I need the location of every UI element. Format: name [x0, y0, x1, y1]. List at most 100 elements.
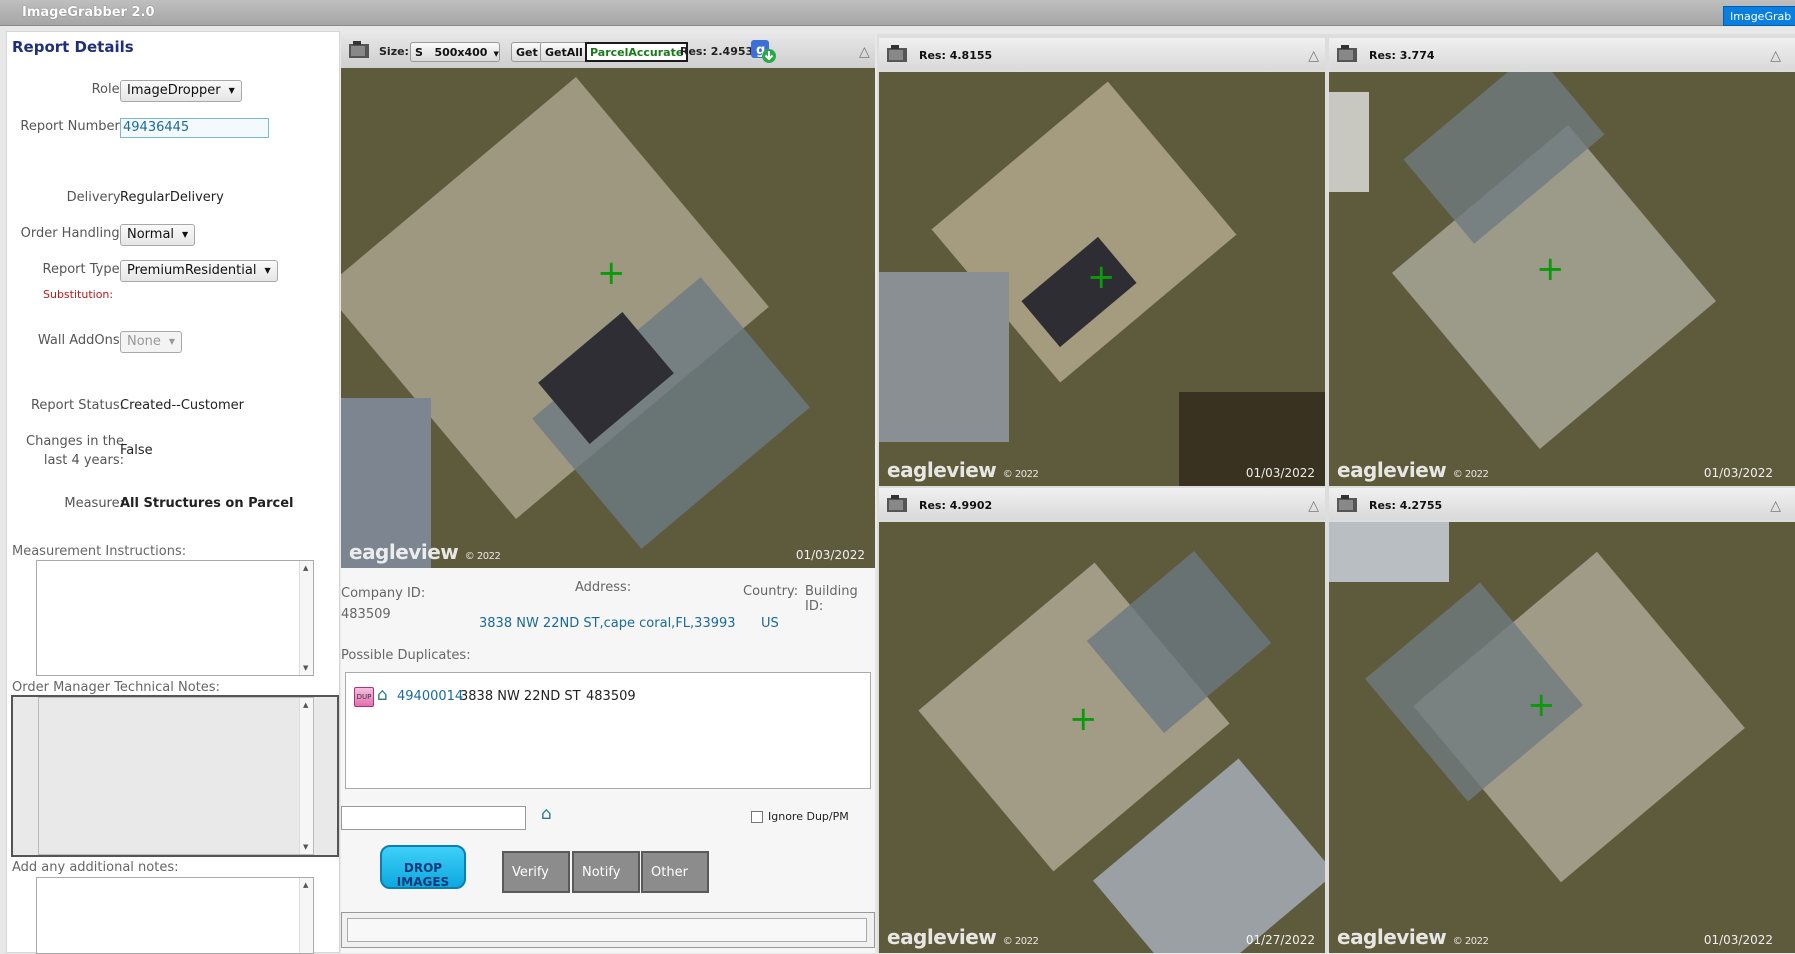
thumb-image[interactable]: + eagleview © 2022 01/27/2022 [879, 522, 1325, 953]
scrollbar[interactable]: ▲ ▼ [299, 561, 313, 675]
collapse-icon[interactable]: △ [1308, 48, 1319, 64]
report-number-label: Report Number: [20, 119, 124, 134]
order-manager-notes-textarea[interactable]: ▲ ▼ [11, 695, 339, 857]
main-res-label: Res: 2.4953 [680, 45, 754, 58]
other-button[interactable]: Other [641, 851, 709, 893]
collapse-icon[interactable]: △ [859, 44, 870, 60]
crosshair-icon: + [1087, 257, 1116, 297]
report-type-dropdown[interactable]: PremiumResidential ▼ [120, 260, 278, 282]
additional-notes-textarea[interactable]: ▲ [36, 877, 314, 954]
camera-icon[interactable] [1336, 495, 1358, 513]
substitution-label: Substitution: [43, 288, 114, 301]
camera-icon[interactable] [1336, 45, 1358, 63]
drop-images-button[interactable]: DROP IMAGES [380, 845, 466, 889]
app-tab[interactable]: ImageGrab [1723, 6, 1795, 26]
image-date: 01/03/2022 [1245, 466, 1315, 480]
search-input[interactable] [341, 806, 526, 830]
thumb-res: Res: 4.8155 [919, 49, 993, 62]
thumb-toolbar: Res: 3.774 △ [1329, 38, 1795, 70]
country-label: Country: [743, 584, 799, 599]
wall-addons-dropdown[interactable]: None ▼ [120, 331, 183, 353]
copyright-text: © 2022 [1002, 469, 1039, 480]
collapse-icon[interactable]: △ [1308, 498, 1319, 514]
report-status-label: Report Status: [30, 398, 124, 413]
crosshair-icon: + [1536, 249, 1565, 289]
delivery-value: RegularDelivery [120, 190, 224, 205]
chevron-down-icon: ▼ [168, 337, 176, 346]
chevron-down-icon: ▼ [264, 266, 271, 275]
eagleview-watermark: eagleview © 2022 [887, 925, 1039, 949]
measurement-instructions-label: Measurement Instructions: [12, 544, 187, 559]
measurement-instructions-textarea[interactable]: ▲ ▼ [36, 560, 314, 676]
thumb-toolbar: Res: 4.8155 △ [879, 38, 1325, 70]
camera-icon[interactable] [348, 41, 370, 59]
chevron-down-icon: ▼ [493, 50, 499, 58]
neighbor-roof [1329, 92, 1369, 192]
collapse-icon[interactable]: △ [1770, 498, 1781, 514]
wall-addons-label: Wall AddOns: [37, 333, 124, 348]
scroll-up-icon[interactable]: ▲ [303, 701, 308, 709]
company-id-value: 483509 [341, 607, 391, 622]
scrollbar[interactable]: ▲ ▼ [299, 698, 313, 854]
role-dropdown[interactable]: ImageDropper ▼ [120, 80, 242, 102]
watermark-text: eagleview [887, 925, 997, 949]
parcel-accurate-button[interactable]: ParcelAccurate [585, 42, 689, 62]
main-aerial-image[interactable]: + eagleview © 2022 01/03/2022 [341, 68, 875, 568]
order-manager-notes-label: Order Manager Technical Notes: [12, 680, 220, 695]
thumb-toolbar: Res: 4.2755 △ [1329, 488, 1795, 520]
changes-label-line1: Changes in the [26, 434, 124, 449]
thumb-toolbar: Res: 4.9902 △ [879, 488, 1325, 520]
report-status-value: Created--Customer [120, 398, 244, 413]
scroll-down-icon[interactable]: ▼ [303, 664, 308, 672]
house-icon[interactable]: ⌂ [541, 804, 552, 824]
size-value: 500x400 [434, 46, 488, 59]
status-field [347, 918, 867, 942]
get-button[interactable]: Get [511, 42, 543, 62]
dup-badge-icon: DUP [354, 687, 374, 707]
ignore-dup-checkbox[interactable] [751, 811, 763, 823]
address-label: Address: [575, 580, 632, 595]
duplicate-address: 3838 NW 22ND ST [460, 689, 581, 704]
camera-icon[interactable] [886, 45, 908, 63]
address-link[interactable]: 3838 NW 22ND ST,cape coral,FL,33993 [479, 616, 736, 631]
changes-label-line2: last 4 years: [43, 453, 124, 468]
app-title: ImageGrabber 2.0 [22, 5, 155, 20]
getall-button[interactable]: GetAll [540, 42, 588, 62]
watermark-text: eagleview [1337, 458, 1447, 482]
google-download-icon[interactable]: g [751, 40, 777, 64]
neighbor-roof [1329, 522, 1449, 582]
watermark-text: eagleview [349, 540, 459, 564]
order-handling-label: Order Handling: [20, 226, 124, 241]
house-icon[interactable]: ⌂ [377, 685, 388, 705]
copyright-text: © 2022 [1452, 936, 1489, 947]
size-dropdown[interactable]: S 500x400 ▼ [410, 42, 500, 62]
order-manager-notes-inner: ▲ ▼ [38, 697, 314, 855]
image-date: 01/03/2022 [1703, 933, 1773, 947]
copyright-text: © 2022 [464, 551, 501, 562]
scroll-up-icon[interactable]: ▲ [303, 881, 308, 889]
scroll-down-icon[interactable]: ▼ [303, 843, 308, 851]
notify-button[interactable]: Notify [572, 851, 640, 893]
image-date: 01/27/2022 [1245, 933, 1315, 947]
order-handling-value: Normal [127, 227, 175, 242]
changes-value: False [120, 443, 153, 458]
camera-icon[interactable] [886, 495, 908, 513]
crosshair-icon: + [1069, 699, 1098, 739]
thumb-image[interactable]: + eagleview © 2022 01/03/2022 [879, 72, 1325, 486]
eagleview-watermark: eagleview © 2022 [887, 458, 1039, 482]
report-number-input[interactable]: 49436445 [120, 118, 269, 138]
status-bar [341, 912, 875, 948]
collapse-icon[interactable]: △ [1770, 48, 1781, 64]
thumb-image[interactable]: + eagleview © 2022 01/03/2022 [1329, 72, 1795, 486]
duplicate-report-link[interactable]: 49400014 [397, 689, 463, 704]
watermark-text: eagleview [1337, 925, 1447, 949]
scrollbar[interactable]: ▲ [299, 878, 313, 953]
verify-button[interactable]: Verify [502, 851, 570, 893]
thumb-image[interactable]: + eagleview © 2022 01/03/2022 [1329, 522, 1795, 953]
chevron-down-icon: ▼ [228, 86, 235, 95]
scroll-up-icon[interactable]: ▲ [303, 564, 308, 572]
neighbor-roof [879, 272, 1009, 442]
order-handling-dropdown[interactable]: Normal ▼ [120, 224, 196, 246]
main-image-panel: Size: S 500x400 ▼ Get GetAll ParcelAccura… [341, 34, 875, 953]
thumbnail-grid: Res: 4.8155 △ + eagleview © 2022 01/03/2… [877, 34, 1795, 953]
